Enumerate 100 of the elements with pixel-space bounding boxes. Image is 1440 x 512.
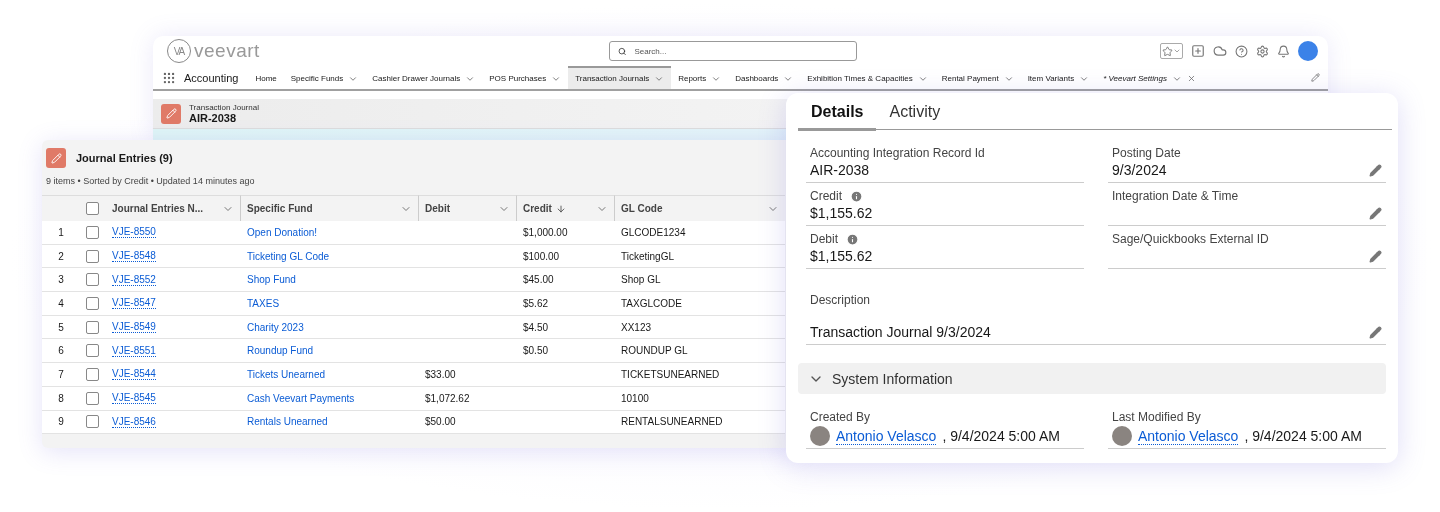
row-number: 4: [42, 292, 80, 316]
fund-link[interactable]: Rentals Unearned: [247, 416, 328, 428]
close-icon[interactable]: [1186, 74, 1196, 83]
pencil-icon: [46, 148, 66, 168]
edit-icon[interactable]: [1369, 206, 1382, 220]
tab[interactable]: Activity: [876, 93, 954, 131]
table-cell: ROUNDUP GL: [615, 339, 785, 364]
nav-tab[interactable]: Exhibition Times & Capacities: [800, 66, 935, 89]
nav-tab[interactable]: Reports: [671, 66, 729, 89]
app-launcher-icon[interactable]: [162, 70, 176, 85]
row-checkbox[interactable]: [86, 273, 99, 287]
field-label: Integration Date & Time: [1112, 189, 1239, 203]
row-checkbox[interactable]: [86, 320, 99, 334]
settings-icon[interactable]: [1256, 44, 1269, 58]
field-value: , 9/4/2024 5:00 AM: [942, 428, 1060, 444]
fund-link[interactable]: Charity 2023: [247, 321, 304, 333]
row-checkbox[interactable]: [86, 344, 99, 358]
column-header[interactable]: GL Code: [615, 195, 785, 221]
pencil-icon: [161, 103, 181, 124]
field-value: $1,155.62: [810, 205, 873, 221]
field-label: Description: [810, 293, 871, 307]
nav-tab[interactable]: Home: [248, 66, 284, 89]
edit-icon[interactable]: [1369, 325, 1382, 339]
nav-tab[interactable]: POS Purchases: [482, 66, 569, 89]
record-link[interactable]: VJE-8546: [112, 415, 156, 428]
nav-tab[interactable]: Dashboards: [728, 66, 801, 89]
fund-link[interactable]: TAXES: [247, 297, 280, 309]
column-header[interactable]: Journal Entries N...: [106, 195, 241, 221]
list-title: Journal Entries (9): [76, 152, 173, 164]
row-checkbox[interactable]: [86, 391, 99, 405]
search-field[interactable]: Search...: [609, 41, 857, 61]
row-number: 1: [42, 221, 80, 245]
logo-text: veevart: [194, 40, 260, 62]
field-value: Transaction Journal 9/3/2024: [810, 324, 991, 340]
table-cell: $4.50: [517, 315, 615, 340]
help-icon[interactable]: [1235, 44, 1248, 58]
row-checkbox[interactable]: [86, 249, 99, 263]
fund-link[interactable]: Ticketing GL Code: [247, 250, 330, 262]
record-link[interactable]: VJE-8545: [112, 392, 156, 405]
info-icon[interactable]: [846, 232, 859, 246]
row-checkbox[interactable]: [86, 367, 99, 381]
star-icon: [1162, 45, 1173, 57]
edit-icon[interactable]: [1369, 163, 1382, 177]
table-cell: TAXGLCODE: [615, 292, 785, 316]
select-all-checkbox[interactable]: [86, 202, 99, 215]
bell-icon[interactable]: [1277, 44, 1290, 58]
table-cell: GLCODE1234: [615, 221, 785, 245]
row-checkbox[interactable]: [86, 225, 99, 239]
table-cell: $45.00: [517, 268, 615, 293]
table-cell: Shop GL: [615, 268, 785, 293]
record-link[interactable]: VJE-8548: [112, 250, 156, 263]
avatar: [810, 426, 830, 446]
nav-tab[interactable]: * Veevart Settings: [1096, 66, 1203, 89]
user-link[interactable]: Antonio Velasco: [836, 427, 937, 445]
table-cell: TICKETSUNEARNED: [615, 363, 785, 387]
edit-icon[interactable]: [1369, 249, 1382, 263]
fund-link[interactable]: Cash Veevart Payments: [247, 392, 355, 404]
field-value: 9/3/2024: [1112, 162, 1167, 178]
record-link[interactable]: VJE-8549: [112, 321, 156, 334]
table-cell: $5.62: [517, 292, 615, 316]
search-input[interactable]: Search...: [632, 45, 848, 57]
record-title: AIR-2038: [189, 112, 238, 124]
record-type: Transaction Journal: [189, 103, 259, 112]
table-cell: XX123: [615, 315, 785, 340]
user-link[interactable]: Antonio Velasco: [1138, 427, 1239, 445]
fund-link[interactable]: Roundup Fund: [247, 345, 314, 357]
record-link[interactable]: VJE-8544: [112, 368, 156, 381]
record-link[interactable]: VJE-8551: [112, 344, 156, 357]
field-label: Last Modified By: [1112, 410, 1201, 424]
sort-arrow-icon: [555, 203, 566, 214]
edit-icon[interactable]: [1311, 73, 1320, 82]
fund-link[interactable]: Tickets Unearned: [247, 368, 325, 380]
column-header[interactable]: Debit: [419, 195, 517, 221]
row-checkbox[interactable]: [86, 415, 99, 429]
nav-tab[interactable]: Specific Funds: [283, 66, 366, 89]
field-value: AIR-2038: [810, 162, 870, 178]
row-number: 7: [42, 363, 80, 387]
table-cell: $0.50: [517, 339, 615, 364]
column-header[interactable]: Specific Fund: [241, 195, 419, 221]
favorites-button[interactable]: [1160, 43, 1183, 59]
nav-tab[interactable]: Transaction Journals: [568, 66, 672, 89]
cloud-icon[interactable]: [1213, 44, 1227, 58]
info-icon[interactable]: [850, 189, 863, 203]
nav-tab[interactable]: Rental Payment: [934, 66, 1021, 89]
tab[interactable]: Details: [798, 93, 877, 131]
section-title: System Information: [832, 370, 953, 387]
fund-link[interactable]: Open Donation!: [247, 226, 318, 238]
add-icon[interactable]: [1191, 44, 1205, 58]
section-header[interactable]: System Information: [798, 363, 1386, 394]
column-header[interactable]: Credit: [517, 195, 615, 221]
fund-link[interactable]: Shop Fund: [247, 274, 296, 286]
table-cell: $1,072.62: [419, 386, 517, 411]
nav-tab[interactable]: Item Variants: [1020, 66, 1097, 89]
field-label: Accounting Integration Record Id: [810, 146, 985, 160]
nav-tab[interactable]: Cashier Drawer Journals: [365, 66, 483, 89]
record-link[interactable]: VJE-8552: [112, 273, 156, 286]
user-avatar[interactable]: [1298, 41, 1318, 61]
record-link[interactable]: VJE-8547: [112, 297, 156, 310]
record-link[interactable]: VJE-8550: [112, 226, 156, 239]
row-checkbox[interactable]: [86, 296, 99, 310]
